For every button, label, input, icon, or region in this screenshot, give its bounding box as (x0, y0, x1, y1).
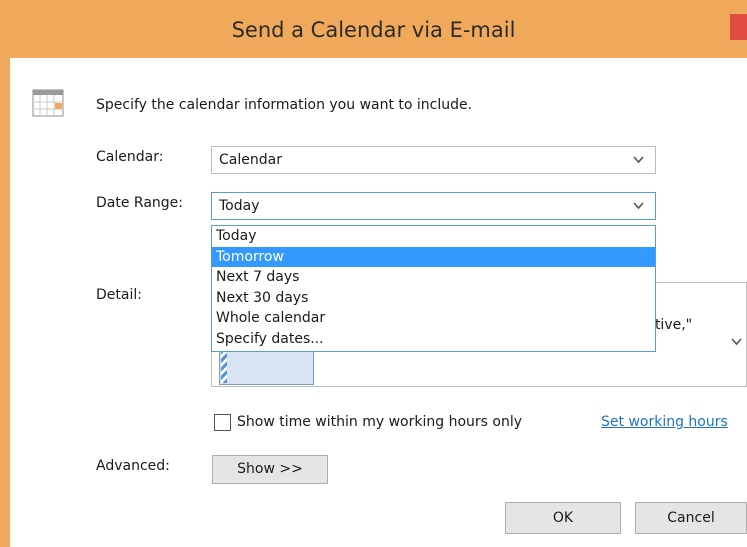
working-hours-label: Show time within my working hours only (237, 414, 522, 430)
dropdown-option-today[interactable]: Today (212, 226, 655, 247)
window-title: Send a Calendar via E-mail (231, 18, 516, 42)
set-working-hours-link[interactable]: Set working hours (601, 414, 728, 430)
title-bar[interactable]: Send a Calendar via E-mail (0, 0, 747, 58)
intro-text: Specify the calendar information you wan… (96, 97, 473, 113)
date-range-select-value: Today (219, 198, 260, 214)
dropdown-option-tomorrow[interactable]: Tomorrow (212, 246, 655, 267)
date-range-dropdown[interactable]: Today Tomorrow Next 7 days Next 30 days … (211, 225, 656, 352)
dropdown-option-next-30-days[interactable]: Next 30 days (212, 288, 655, 309)
detail-label: Detail: (96, 287, 142, 303)
close-button[interactable] (730, 14, 747, 40)
show-advanced-button[interactable]: Show >> (212, 455, 328, 484)
date-range-label: Date Range: (96, 195, 184, 211)
cancel-button[interactable]: Cancel (635, 502, 747, 534)
working-hours-checkbox[interactable] (214, 414, 231, 431)
dropdown-option-whole-calendar[interactable]: Whole calendar (212, 308, 655, 329)
ok-button[interactable]: OK (505, 502, 621, 534)
calendar-label: Calendar: (96, 149, 164, 165)
calendar-select-value: Calendar (219, 152, 282, 168)
window-border (0, 0, 10, 547)
calendar-select[interactable]: Calendar (211, 146, 656, 174)
chevron-down-icon (633, 156, 644, 164)
dropdown-option-specify-dates[interactable]: Specify dates... (212, 329, 655, 350)
advanced-label: Advanced: (96, 458, 170, 474)
calendar-icon (32, 89, 64, 117)
dropdown-option-next-7-days[interactable]: Next 7 days (212, 267, 655, 288)
chevron-down-icon (731, 338, 742, 346)
date-range-select[interactable]: Today (211, 192, 656, 220)
chevron-down-icon (633, 202, 644, 210)
